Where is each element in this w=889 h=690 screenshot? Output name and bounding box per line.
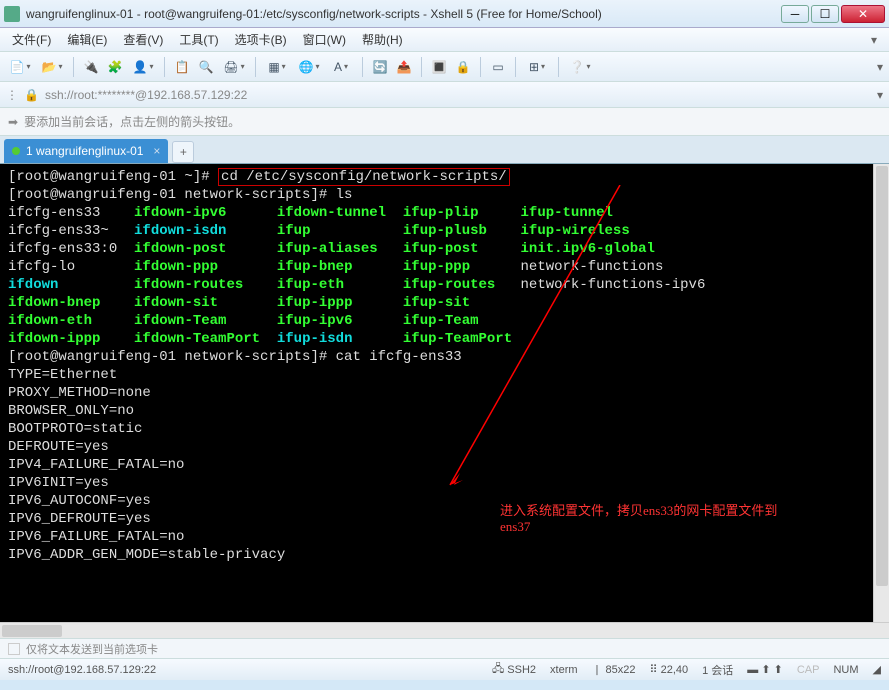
status-cap: CAP [797, 664, 820, 676]
open-button[interactable]: 📂 [38, 57, 66, 77]
status-terminal-type: xterm [550, 664, 578, 676]
tab-label: 1 wangruifenglinux-01 [26, 144, 143, 158]
key-button[interactable]: 🔒 [453, 57, 473, 77]
status-size: ⼁ 85x22 [592, 662, 636, 678]
hint-text: 要添加当前会话，点击左侧的箭头按钮。 [24, 113, 240, 130]
hint-bar: ➡ 要添加当前会话，点击左侧的箭头按钮。 [0, 108, 889, 136]
menu-overflow-icon[interactable]: ▾ [867, 31, 881, 49]
address-text[interactable]: ssh://root:********@192.168.57.129:22 [45, 88, 247, 102]
minimize-button[interactable]: ─ [781, 5, 809, 23]
tab-bar: 1 wangruifenglinux-01 × + [0, 136, 889, 164]
close-button[interactable]: ✕ [841, 5, 885, 23]
send-option-bar: 仅将文本发送到当前选项卡 [0, 638, 889, 658]
status-resize-grip-icon[interactable]: ◢ [873, 663, 881, 676]
status-bar: ssh://root@192.168.57.129:22 🖧 SSH2 xter… [0, 658, 889, 680]
view-button[interactable]: ▦ [263, 57, 291, 77]
status-num: NUM [833, 664, 858, 676]
font-button[interactable]: A [327, 57, 355, 77]
vertical-scrollbar[interactable] [873, 164, 889, 622]
help-button[interactable]: ❔ [566, 57, 594, 77]
copy-button[interactable]: 📋 [172, 57, 192, 77]
toolbar: 📄 📂 🔌 🧩 👤 📋 🔍 🖨 ▦ 🌐 A 🔄 📤 🔳 🔒 ▭ ⊞ ❔ ▾ [0, 52, 889, 82]
menu-view[interactable]: 查看(V) [119, 29, 167, 50]
lock-icon: 🔒 [24, 88, 39, 102]
profile-button[interactable]: 👤 [129, 57, 157, 77]
menu-tools[interactable]: 工具(T) [175, 29, 222, 50]
globe-button[interactable]: 🌐 [295, 57, 323, 77]
status-network-icon: ▬ ⬆ ⬆ [747, 663, 783, 676]
send-option-label: 仅将文本发送到当前选项卡 [26, 641, 158, 657]
tab-close-icon[interactable]: × [153, 144, 160, 158]
script-button[interactable]: 🔄 [370, 57, 390, 77]
status-connection: ssh://root@192.168.57.129:22 [8, 664, 156, 676]
menu-file[interactable]: 文件(F) [8, 29, 55, 50]
menu-bar: 文件(F) 编辑(E) 查看(V) 工具(T) 选项卡(B) 窗口(W) 帮助(… [0, 28, 889, 52]
menu-help[interactable]: 帮助(H) [358, 29, 407, 50]
addressbar-handle-icon: ⋮ [6, 88, 18, 102]
status-cursor: ⠿ 22,40 [650, 663, 689, 676]
session-tab-1[interactable]: 1 wangruifenglinux-01 × [4, 139, 168, 163]
tab-status-icon [12, 147, 20, 155]
reconnect-button[interactable]: 🔌 [81, 57, 101, 77]
print-button[interactable]: 🖨 [220, 57, 248, 77]
annotation-text: 进入系统配置文件，拷贝ens33的网卡配置文件到ens37 [500, 500, 840, 535]
find-button[interactable]: 🔍 [196, 57, 216, 77]
window-title: wangruifenglinux-01 - root@wangruifeng-0… [26, 7, 779, 21]
transfer-button[interactable]: 📤 [394, 57, 414, 77]
menu-window[interactable]: 窗口(W) [299, 29, 350, 50]
horizontal-scrollbar[interactable] [0, 622, 889, 638]
address-bar: ⋮ 🔒 ssh://root:********@192.168.57.129:2… [0, 82, 889, 108]
maximize-button[interactable]: ☐ [811, 5, 839, 23]
terminal-output[interactable]: [root@wangruifeng-01 ~]# cd /etc/sysconf… [0, 164, 889, 622]
tab-add-button[interactable]: + [172, 141, 194, 163]
lock-button[interactable]: 🔳 [429, 57, 449, 77]
status-sessions: 1 会话 [702, 662, 733, 678]
address-dropdown-icon[interactable]: ▾ [877, 88, 883, 102]
hint-arrow-icon[interactable]: ➡ [8, 115, 18, 129]
layout-button[interactable]: ⊞ [523, 57, 551, 77]
toolbar-overflow-icon[interactable]: ▾ [877, 60, 883, 74]
window-titlebar: wangruifenglinux-01 - root@wangruifeng-0… [0, 0, 889, 28]
new-session-button[interactable]: 📄 [6, 57, 34, 77]
menu-edit[interactable]: 编辑(E) [63, 29, 111, 50]
tile-button[interactable]: ▭ [488, 57, 508, 77]
disconnect-button[interactable]: 🧩 [105, 57, 125, 77]
app-icon [4, 6, 20, 22]
pin-checkbox[interactable] [8, 643, 20, 655]
menu-tabs[interactable]: 选项卡(B) [231, 29, 291, 50]
status-protocol: 🖧 SSH2 [492, 660, 536, 679]
